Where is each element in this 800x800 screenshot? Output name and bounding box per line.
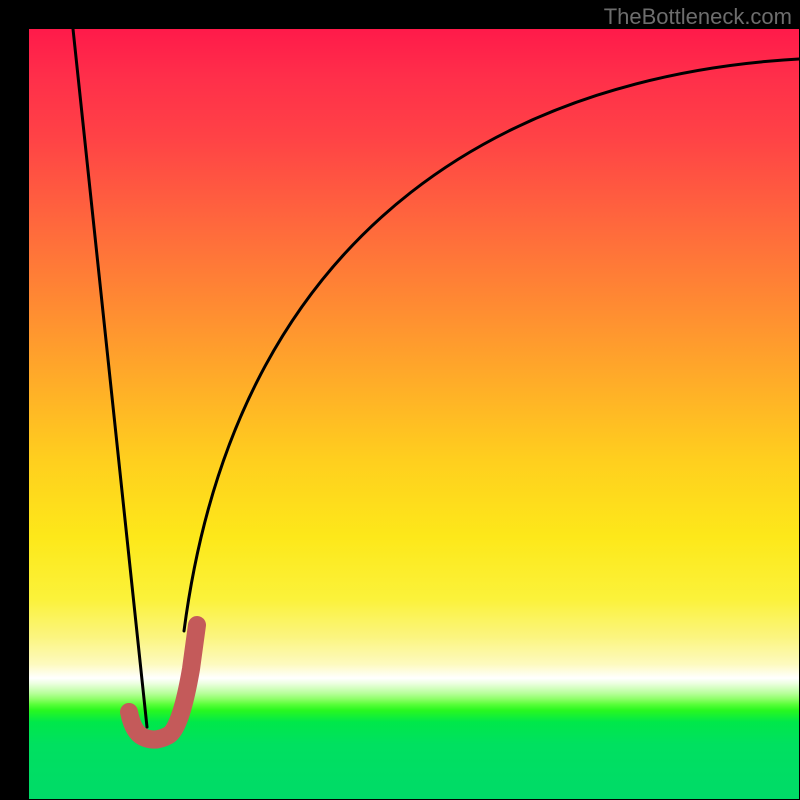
plot-area <box>29 29 799 799</box>
curve-layer <box>29 29 799 799</box>
right-curve-line <box>184 59 799 631</box>
chart-frame: TheBottleneck.com <box>0 0 800 800</box>
left-branch-line <box>73 29 147 727</box>
watermark-text: TheBottleneck.com <box>604 4 792 30</box>
